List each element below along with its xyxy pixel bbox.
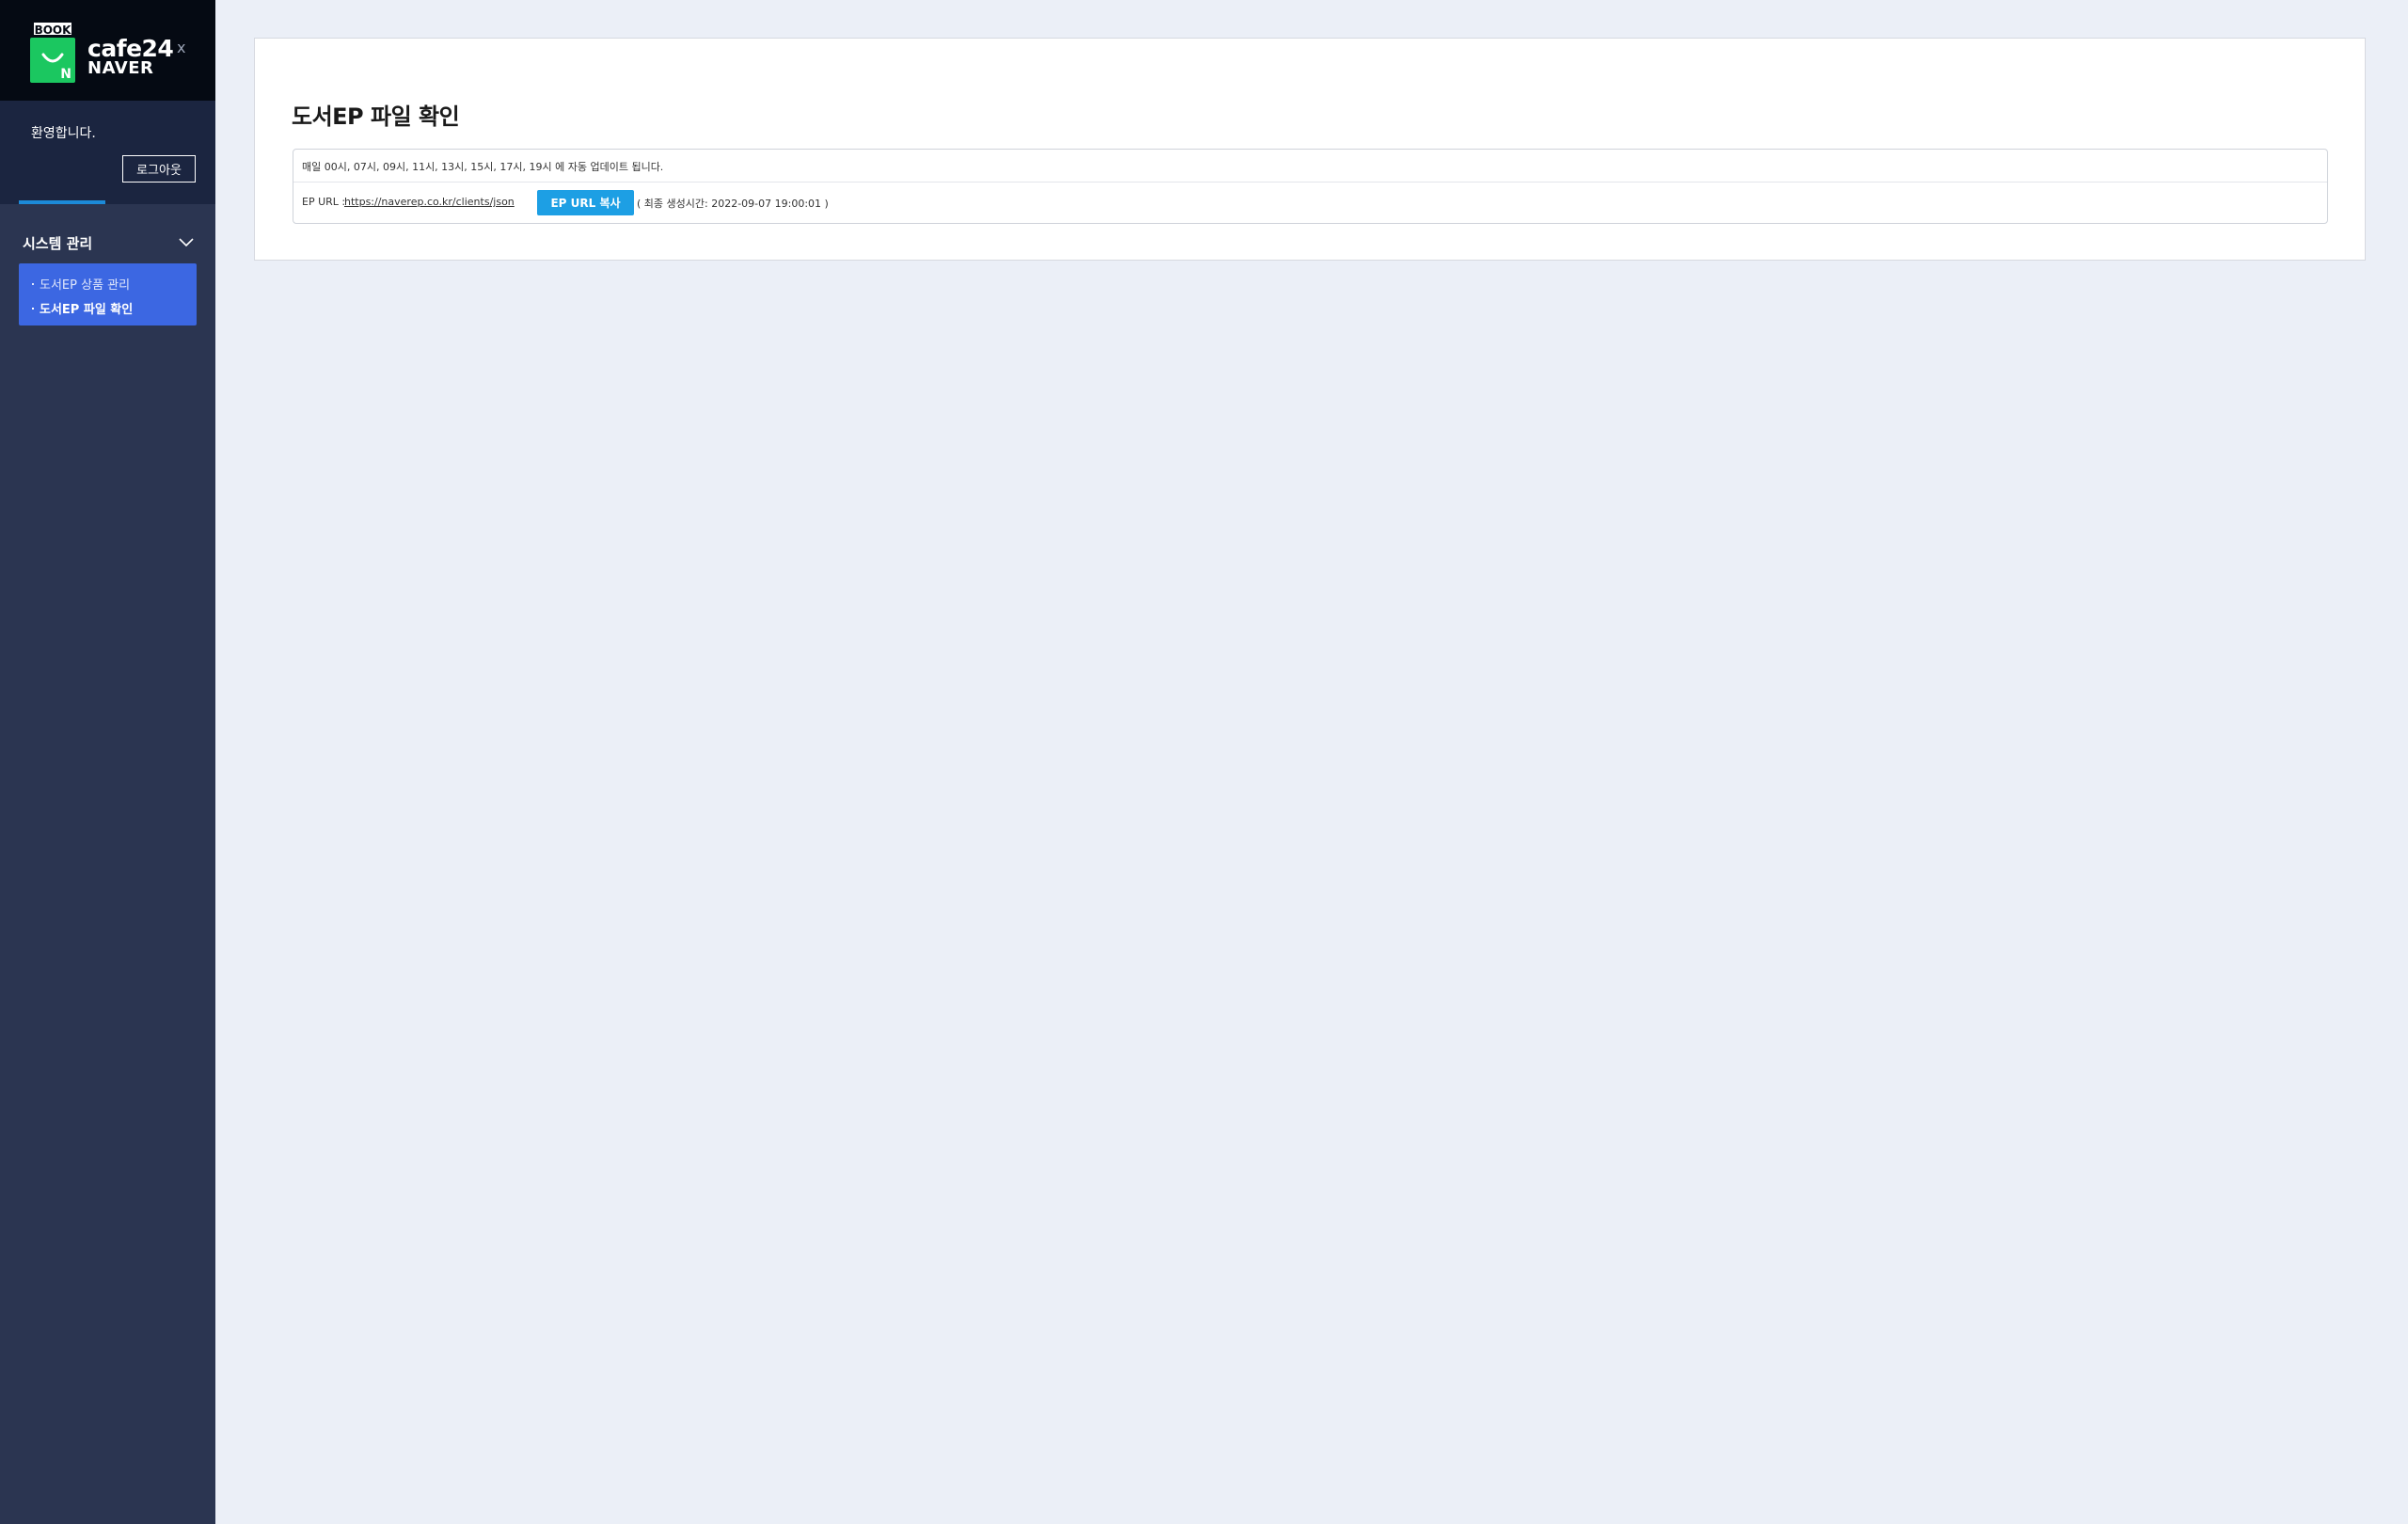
chevron-down-icon bbox=[179, 238, 194, 247]
menu-header-label: 시스템 관리 bbox=[23, 234, 93, 252]
sidebar-header: N BOOK cafe24 NAVER x bbox=[0, 0, 215, 101]
user-area-accent-bar bbox=[19, 200, 105, 204]
last-generated-time: ( 최종 생성시간: 2022-09-07 19:00:01 ) bbox=[637, 198, 829, 210]
logo-separator-x: x bbox=[177, 39, 186, 56]
page-title: 도서EP 파일 확인 bbox=[292, 103, 460, 130]
sidebar: N BOOK cafe24 NAVER x 환영합니다. 로그아웃 시스템 관리… bbox=[0, 0, 215, 1524]
ep-url-link[interactable]: https://naverep.co.kr/clients/json bbox=[344, 196, 515, 208]
submenu-item-label: 도서EP 파일 확인 bbox=[40, 303, 134, 317]
ep-url-row: EP URL : https://naverep.co.kr/clients/j… bbox=[293, 183, 2327, 224]
user-area: 환영합니다. 로그아웃 bbox=[0, 101, 215, 204]
menu-system-management[interactable]: 시스템 관리 bbox=[23, 230, 194, 255]
logo-bag-letter: N bbox=[60, 67, 71, 82]
submenu-item-label: 도서EP 상품 관리 bbox=[40, 278, 131, 293]
bullet-icon bbox=[32, 307, 34, 310]
submenu-item-file-check[interactable]: 도서EP 파일 확인 bbox=[32, 299, 133, 317]
schedule-row: 매일 00시, 07시, 09시, 11시, 13시, 15시, 17시, 19… bbox=[293, 150, 2327, 183]
welcome-text: 환영합니다. bbox=[31, 126, 96, 141]
logo-naver-text: NAVER bbox=[87, 58, 154, 78]
logout-button[interactable]: 로그아웃 bbox=[122, 155, 196, 183]
schedule-text: 매일 00시, 07시, 09시, 11시, 13시, 15시, 17시, 19… bbox=[302, 161, 664, 173]
ep-url-label: EP URL : bbox=[302, 196, 346, 208]
submenu-item-product-management[interactable]: 도서EP 상품 관리 bbox=[32, 275, 130, 293]
bullet-icon bbox=[32, 282, 34, 285]
copy-ep-url-button[interactable]: EP URL 복사 bbox=[537, 190, 634, 215]
main-panel: 도서EP 파일 확인 매일 00시, 07시, 09시, 11시, 13시, 1… bbox=[254, 38, 2366, 261]
shopping-bag-logo-icon[interactable]: N bbox=[30, 38, 75, 83]
ep-info-box: 매일 00시, 07시, 09시, 11시, 13시, 15시, 17시, 19… bbox=[293, 149, 2328, 224]
submenu: 도서EP 상품 관리 도서EP 파일 확인 bbox=[19, 263, 197, 325]
logo-book-badge: BOOK bbox=[32, 21, 73, 37]
